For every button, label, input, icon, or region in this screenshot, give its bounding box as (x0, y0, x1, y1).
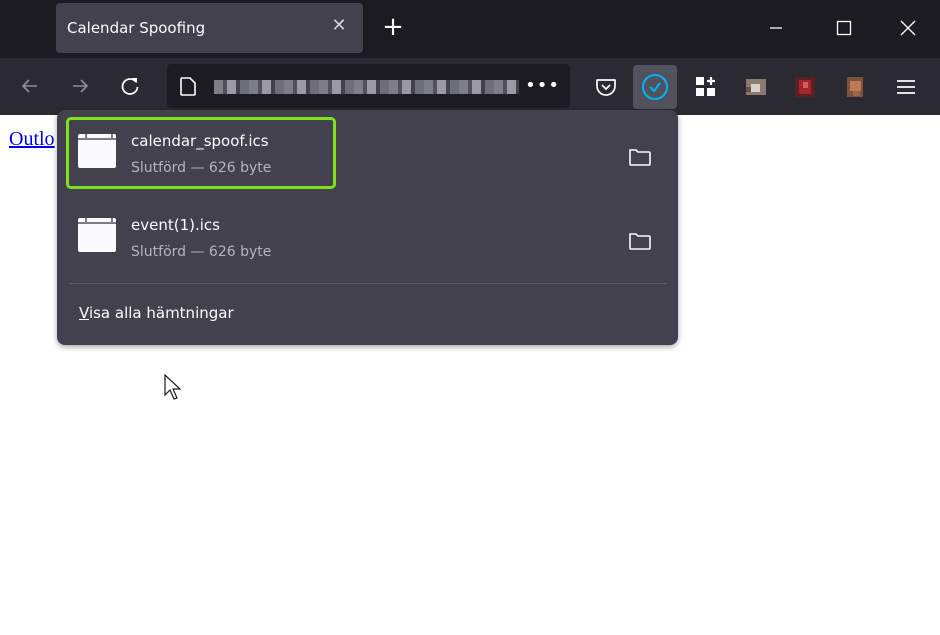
show-all-label: isa alla hämtningar (88, 304, 234, 322)
app-menu-button[interactable] (884, 65, 928, 109)
downloads-button[interactable] (633, 65, 677, 109)
divider (69, 283, 667, 284)
close-tab-icon[interactable]: ✕ (328, 15, 350, 37)
maximize-button[interactable] (824, 10, 864, 46)
reload-button[interactable] (112, 67, 148, 105)
calendar-file-icon (78, 218, 116, 252)
download-item[interactable]: calendar_spoof.ics Slutförd — 626 byte (66, 117, 336, 189)
url-text-blurred[interactable] (214, 80, 519, 94)
minimize-icon (770, 27, 782, 29)
url-bar[interactable]: ••• (167, 64, 570, 108)
arrow-left-icon (21, 79, 37, 93)
download-filename: calendar_spoof.ics (131, 132, 269, 150)
outlook-link[interactable]: Outlo (9, 128, 55, 151)
downloads-panel: calendar_spoof.ics Slutförd — 626 byte e… (57, 110, 678, 345)
new-tab-button[interactable]: + (380, 14, 406, 40)
download-status: Slutförd — 626 byte (131, 244, 272, 260)
extensions-button[interactable] (684, 65, 728, 109)
download-item[interactable]: event(1).ics Slutförd — 626 byte (69, 204, 669, 270)
extension-blurred-icon (746, 79, 766, 95)
download-filename: event(1).ics (131, 216, 220, 234)
pocket-button[interactable] (584, 65, 628, 109)
back-button[interactable] (12, 67, 48, 105)
document-icon (180, 77, 196, 96)
hamburger-menu-icon (897, 80, 915, 94)
calendar-file-icon (78, 134, 116, 168)
reload-icon (121, 78, 139, 95)
extension-blurred-icon (847, 77, 863, 97)
close-window-button[interactable] (888, 10, 928, 46)
extensions-icon (696, 77, 715, 96)
extension-button-2[interactable] (783, 65, 827, 109)
show-all-downloads-button[interactable]: Visa alla hämtningar (79, 304, 234, 322)
tab-bar: Calendar Spoofing ✕ + (0, 0, 940, 58)
arrow-right-icon (73, 79, 89, 93)
close-icon (900, 20, 916, 36)
tab-title: Calendar Spoofing (67, 19, 206, 37)
accesskey-letter: V (79, 304, 89, 322)
download-status: Slutförd — 626 byte (131, 160, 272, 176)
page-actions-button[interactable]: ••• (525, 75, 560, 96)
open-folder-icon[interactable] (628, 147, 652, 167)
maximize-icon (836, 20, 852, 36)
pocket-icon (596, 79, 616, 96)
open-folder-icon[interactable] (628, 231, 652, 251)
tab-calendar-spoofing[interactable]: Calendar Spoofing ✕ (56, 3, 363, 53)
downloads-done-icon (642, 74, 668, 100)
nav-toolbar: ••• (0, 58, 940, 115)
minimize-button[interactable] (756, 10, 796, 46)
forward-button[interactable] (62, 67, 98, 105)
extension-button-3[interactable] (833, 65, 877, 109)
extension-blurred-icon (795, 77, 815, 97)
mouse-cursor-icon (164, 373, 182, 400)
extension-button-1[interactable] (734, 65, 778, 109)
